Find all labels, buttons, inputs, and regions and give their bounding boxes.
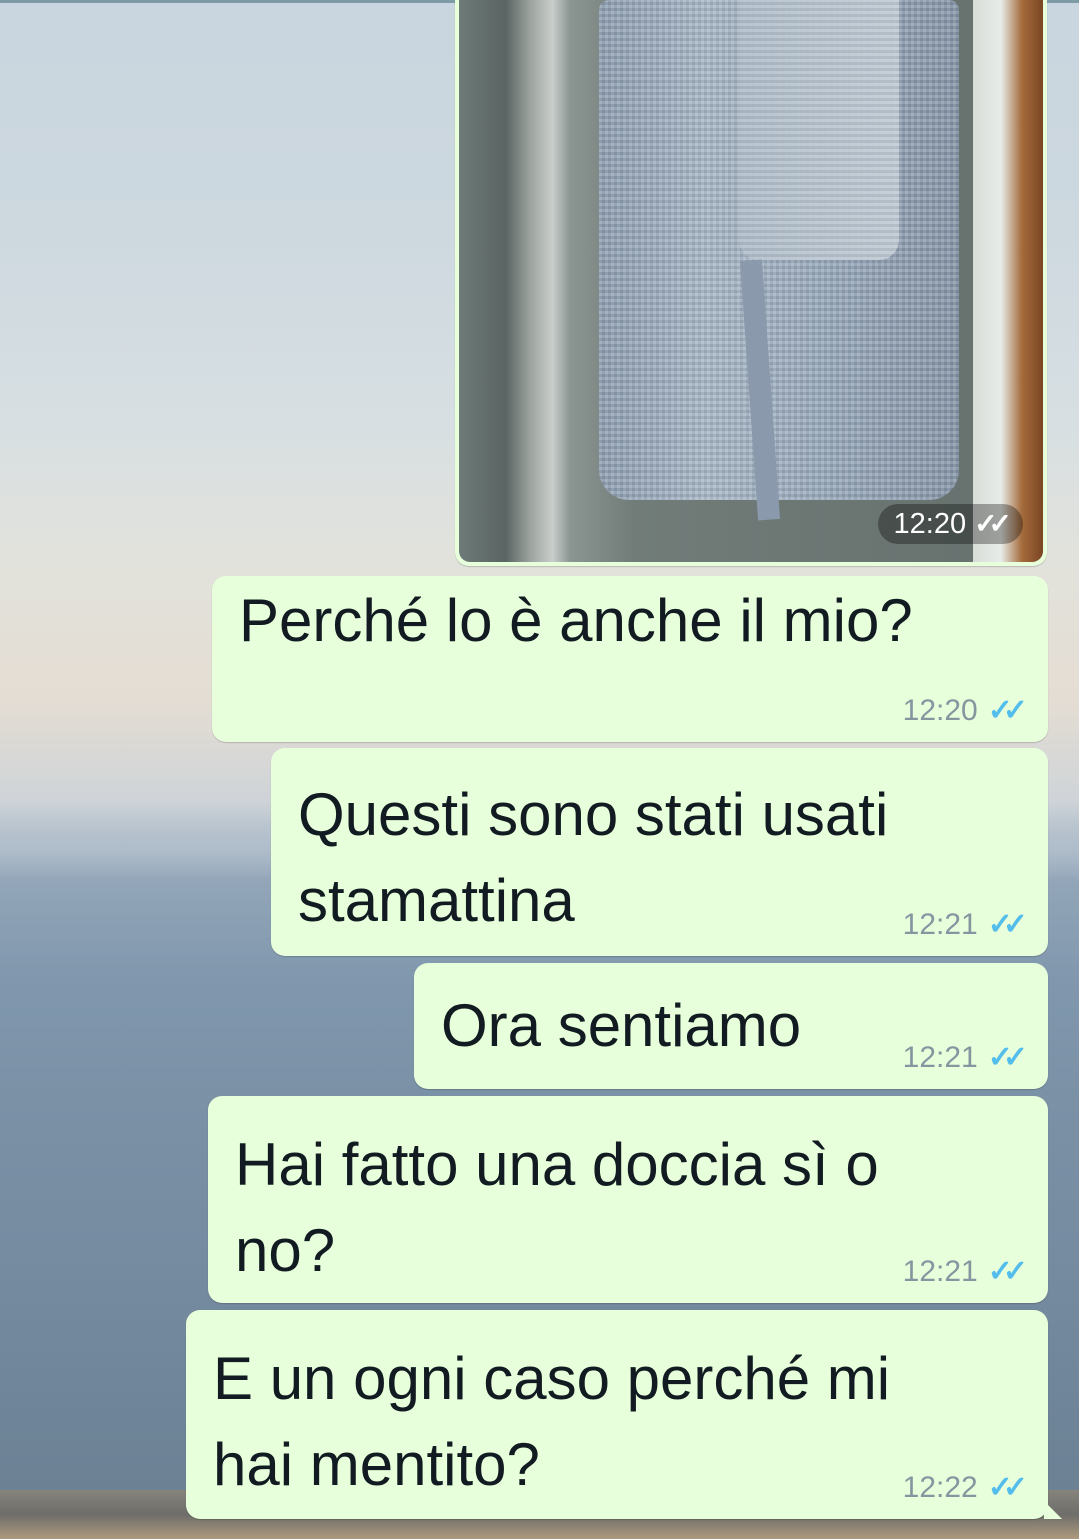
message-bubble[interactable]: E un ogni caso perché mi hai mentito? 12…: [186, 1310, 1062, 1519]
message-meta: 12:20 ✓✓: [902, 693, 1028, 728]
message-bubble[interactable]: Hai fatto una doccia sì o no? 12:21 ✓✓: [208, 1096, 1048, 1303]
bubble-tail: [1044, 1501, 1062, 1519]
message-time: 12:21: [902, 1254, 978, 1288]
message-meta: 12:22 ✓✓: [902, 1470, 1028, 1505]
message-time: 12:20: [902, 693, 978, 727]
image-message[interactable]: 12:20 ✓✓: [455, 0, 1047, 566]
image-timestamp: 12:20 ✓✓: [877, 504, 1023, 544]
double-check-icon: ✓✓: [987, 694, 1028, 727]
double-check-icon: ✓✓: [987, 1255, 1028, 1288]
message-time: 12:21: [902, 1040, 978, 1074]
message-text: E un ogni caso perché mi hai mentito?: [213, 1345, 891, 1498]
message-bubble[interactable]: Perché lo è anche il mio? 12:20 ✓✓: [212, 576, 1048, 742]
message-text: Questi sono stati usati stamattina: [298, 781, 889, 934]
photo-bathrobe-fold: [739, 0, 899, 260]
double-check-icon: ✓✓: [987, 1041, 1028, 1074]
message-time: 12:22: [902, 1470, 978, 1504]
message-meta: 12:21 ✓✓: [902, 907, 1028, 942]
photo-door: [973, 0, 1043, 562]
sent-photo[interactable]: [459, 0, 1043, 562]
message-meta: 12:21 ✓✓: [902, 1040, 1028, 1075]
message-time: 12:21: [902, 907, 978, 941]
message-bubble[interactable]: Ora sentiamo 12:21 ✓✓: [414, 963, 1048, 1089]
double-check-icon: ✓✓: [974, 508, 1012, 539]
message-text: Hai fatto una doccia sì o no?: [235, 1131, 879, 1284]
message-meta: 12:21 ✓✓: [902, 1254, 1028, 1289]
double-check-icon: ✓✓: [987, 1471, 1028, 1504]
message-text: Perché lo è anche il mio?: [239, 587, 913, 654]
double-check-icon: ✓✓: [987, 908, 1028, 941]
message-bubble[interactable]: Questi sono stati usati stamattina 12:21…: [271, 748, 1048, 956]
image-time-text: 12:20: [893, 508, 967, 540]
message-text: Ora sentiamo: [441, 992, 802, 1059]
